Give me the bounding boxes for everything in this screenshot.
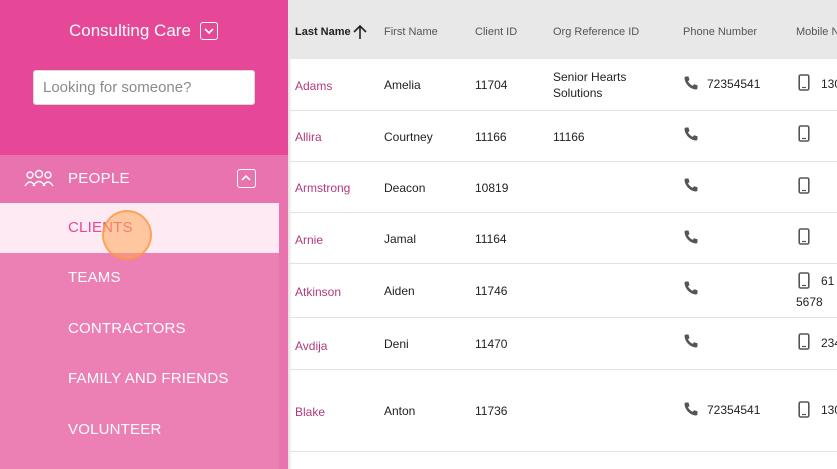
last-name-link[interactable]: Blake	[295, 405, 325, 419]
column-header-client-id[interactable]: Client ID	[475, 26, 517, 38]
sidebar-item-family-and-friends[interactable]: FAMILY AND FRIENDS	[0, 354, 279, 404]
search-input[interactable]	[33, 70, 255, 105]
org-name: Consulting Care	[69, 21, 191, 40]
chevron-down-icon	[204, 28, 214, 35]
mobile-icon[interactable]	[798, 228, 810, 245]
mobile-number-cell: 130	[821, 77, 837, 91]
last-name-link[interactable]: Allira	[295, 130, 322, 144]
table-row[interactable]: Avdija Deni 11470 234	[288, 318, 837, 370]
first-name-cell: Jamal	[384, 232, 417, 246]
people-icon	[24, 169, 54, 187]
first-name-cell: Anton	[384, 404, 416, 418]
phone-number-cell: 72354541	[707, 77, 761, 91]
sidebar-item-volunteer[interactable]: VOLUNTEER	[0, 405, 279, 455]
client-id-cell: 11164	[475, 232, 507, 246]
mobile-icon[interactable]	[798, 74, 810, 91]
client-id-cell: 11470	[475, 337, 508, 351]
last-name-link[interactable]: Armstrong	[295, 181, 350, 195]
sidebar-item-clients[interactable]: CLIENTS	[0, 203, 279, 253]
last-name-link[interactable]: Atkinson	[295, 285, 341, 299]
first-name-cell: Courtney	[384, 130, 433, 144]
first-name-cell: Deacon	[384, 181, 426, 195]
mobile-icon[interactable]	[798, 125, 810, 142]
people-section-label: PEOPLE	[68, 170, 130, 187]
mobile-number-cell-continued: 5678	[796, 295, 823, 309]
sort-ascending-icon[interactable]	[353, 24, 367, 40]
first-name-cell: Amelia	[384, 78, 421, 92]
mobile-number-cell: 234	[821, 336, 837, 350]
mobile-icon[interactable]	[798, 401, 810, 418]
table-row[interactable]: Blake Anton 11736 72354541 130	[288, 370, 837, 452]
collapse-section-button[interactable]	[237, 169, 256, 188]
table-header: Last Name First Name Client ID Org Refer…	[288, 0, 837, 59]
client-id-cell: 11736	[475, 404, 508, 418]
mobile-number-cell: 130	[821, 403, 837, 417]
client-id-cell: 11746	[475, 284, 508, 298]
sidebar: Consulting Care PEOPLE CLIENTS TEAMS CON…	[0, 0, 288, 469]
sidebar-item-contractors[interactable]: CONTRACTORS	[0, 304, 279, 354]
client-id-cell: 11166	[475, 130, 507, 144]
phone-icon[interactable]	[683, 401, 699, 417]
last-name-link[interactable]: Arnie	[295, 233, 323, 247]
phone-icon[interactable]	[683, 280, 699, 296]
phone-icon[interactable]	[683, 75, 699, 91]
people-section-header[interactable]: PEOPLE	[0, 155, 288, 203]
client-id-cell: 10819	[475, 181, 509, 195]
column-header-mobile-number[interactable]: Mobile N	[796, 26, 837, 38]
phone-icon[interactable]	[683, 333, 699, 349]
column-header-phone-number[interactable]: Phone Number	[683, 26, 757, 38]
mobile-icon[interactable]	[798, 333, 810, 350]
table-row[interactable]: Armstrong Deacon 10819	[288, 162, 837, 213]
sidebar-header: Consulting Care	[0, 0, 288, 155]
table-row[interactable]: Arnie Jamal 11164	[288, 213, 837, 264]
first-name-cell: Deni	[384, 337, 409, 351]
phone-icon[interactable]	[683, 177, 699, 193]
column-header-org-reference-id[interactable]: Org Reference ID	[553, 26, 639, 38]
phone-number-cell: 72354541	[707, 403, 761, 417]
last-name-link[interactable]: Adams	[295, 79, 332, 93]
org-reference-cell: 11166	[553, 130, 585, 144]
last-name-link[interactable]: Avdija	[295, 339, 327, 353]
sidebar-scrollbar[interactable]	[279, 155, 288, 469]
sidebar-item-teams[interactable]: TEAMS	[0, 253, 279, 303]
mobile-number-cell: 61	[821, 274, 835, 288]
column-header-last-name[interactable]: Last Name	[295, 26, 351, 38]
client-id-cell: 11704	[475, 78, 508, 92]
phone-icon[interactable]	[683, 229, 699, 245]
table-row[interactable]: Atkinson Aiden 11746 61 5678	[288, 264, 837, 318]
table-row[interactable]: Adams Amelia 11704 Senior Hearts Solutio…	[288, 59, 837, 111]
org-reference-cell: Senior Hearts Solutions	[553, 70, 627, 100]
chevron-up-icon	[241, 174, 251, 181]
mobile-icon[interactable]	[798, 177, 810, 194]
clients-table: Last Name First Name Client ID Org Refer…	[288, 0, 837, 469]
org-switch-button[interactable]	[200, 22, 218, 40]
first-name-cell: Aiden	[384, 284, 415, 298]
table-row[interactable]: Allira Courtney 11166 11166	[288, 111, 837, 162]
mobile-icon[interactable]	[798, 272, 810, 289]
phone-icon[interactable]	[683, 126, 699, 142]
column-header-first-name[interactable]: First Name	[384, 26, 438, 38]
